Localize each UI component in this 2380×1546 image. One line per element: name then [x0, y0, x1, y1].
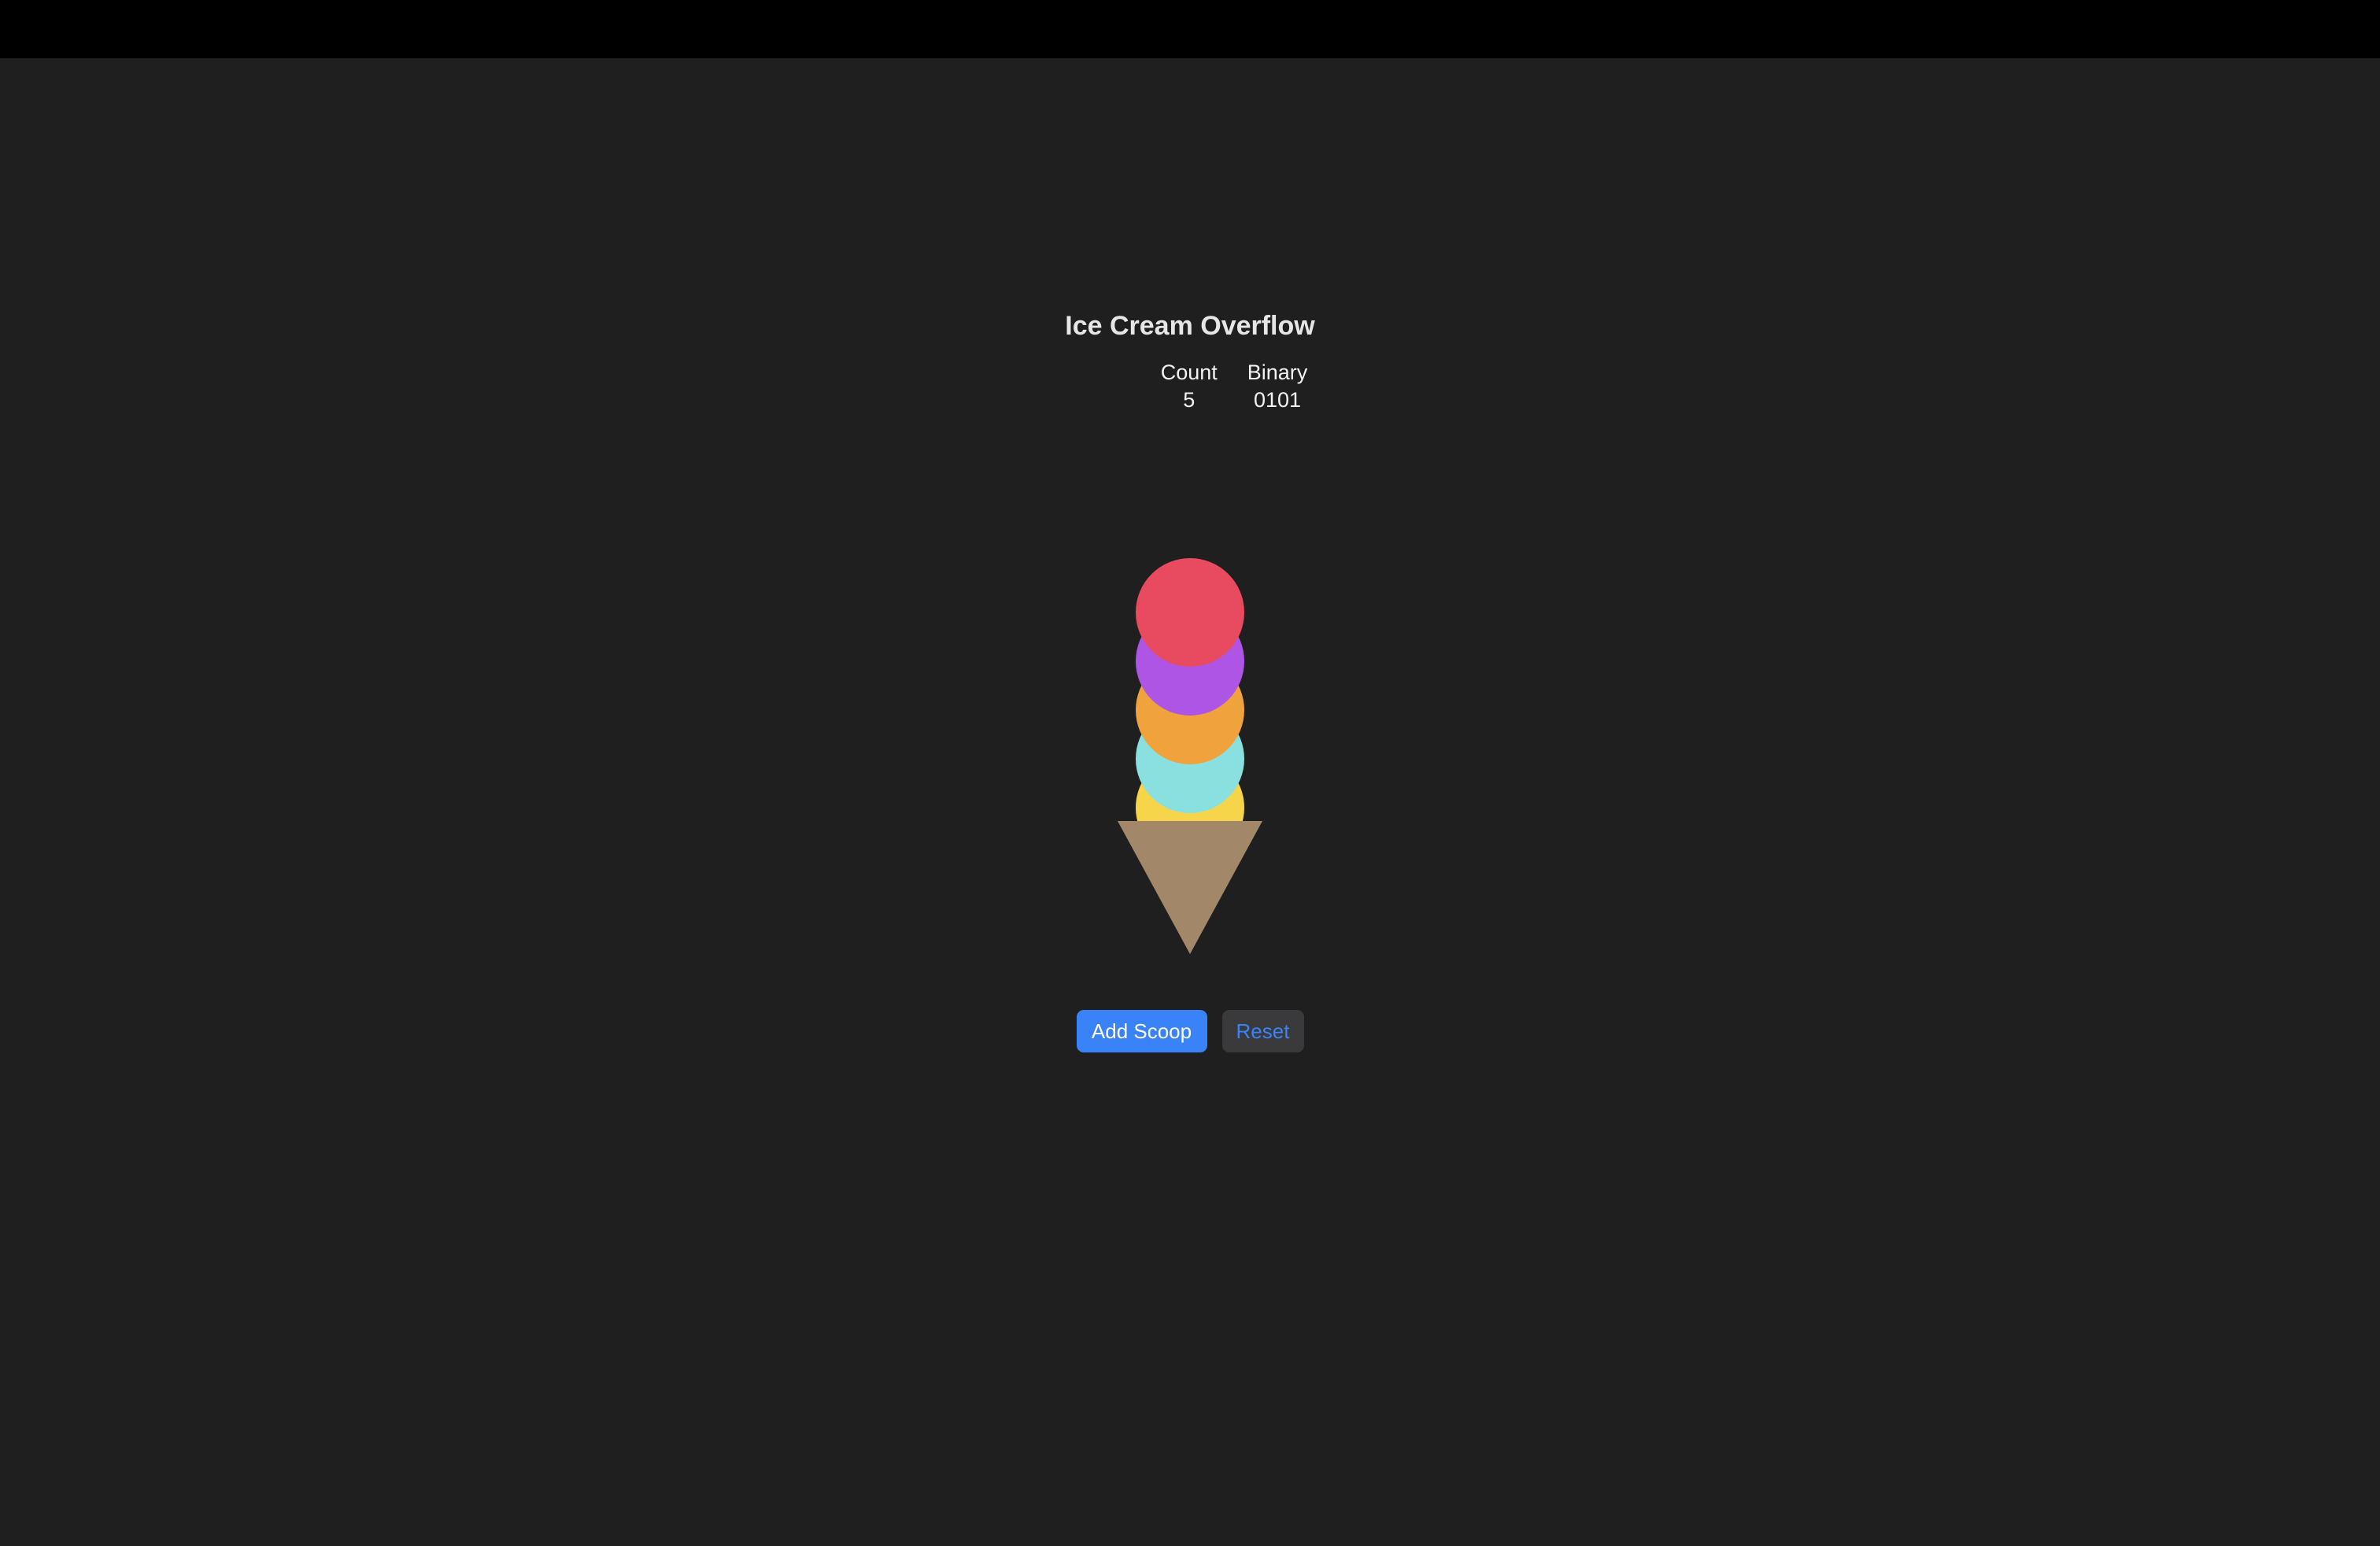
app-container: Ice Cream Overflow Count 5 Binary 0101 A… — [0, 58, 2380, 1546]
page-title: Ice Cream Overflow — [1065, 311, 1315, 341]
count-value: 5 — [1183, 388, 1196, 412]
stats-panel: Count 5 Binary 0101 — [44, 359, 2380, 414]
binary-label: Binary — [1247, 361, 1308, 384]
top-bar — [0, 0, 2380, 58]
ice-cream-stage — [1103, 499, 1277, 956]
cone — [1118, 821, 1262, 954]
count-stat: Count 5 — [1161, 359, 1218, 414]
ice-cream-illustration — [1118, 558, 1262, 954]
binary-value: 0101 — [1253, 388, 1302, 412]
scoop-5 — [1136, 558, 1244, 667]
reset-button[interactable]: Reset — [1221, 1010, 1304, 1052]
controls: Add Scoop Reset — [0, 1010, 2380, 1052]
binary-stat: Binary 0101 — [1247, 359, 1308, 414]
add-scoop-button[interactable]: Add Scoop — [1076, 1010, 1207, 1052]
count-label: Count — [1160, 361, 1218, 384]
